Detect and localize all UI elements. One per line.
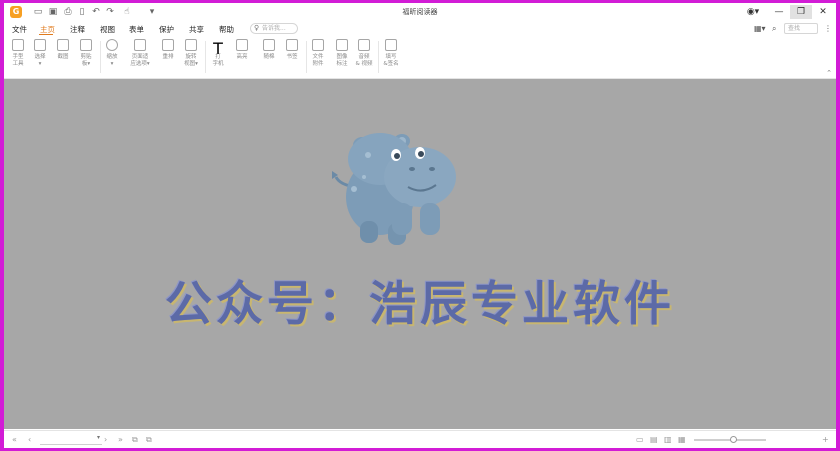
redo-icon[interactable]: ↷ <box>104 6 116 18</box>
clipboard-icon <box>80 39 92 51</box>
tell-me-placeholder: 告诉我... <box>262 25 286 32</box>
account-icon[interactable]: ◉▾ <box>742 5 764 19</box>
facing-page-icon[interactable]: ▥ <box>664 435 672 444</box>
tool-rotate[interactable]: 旋转 视图▾ <box>179 39 203 68</box>
zoom-icon <box>106 39 118 51</box>
tool-image-annotation[interactable]: 图像 标注 <box>330 39 354 68</box>
pencil-icon <box>263 39 275 51</box>
attachment-icon <box>312 39 324 51</box>
tool-fit-page[interactable]: 页面适 应选项▾ <box>128 39 152 68</box>
tool-fill-sign[interactable]: 填写 &签名 <box>379 39 403 68</box>
page-number-input[interactable]: ▾ <box>40 434 102 445</box>
customize-dropdown-icon[interactable]: ▾ <box>146 6 158 18</box>
highlight-icon <box>236 39 248 51</box>
collapse-ribbon-icon[interactable]: ⌃ <box>826 69 832 77</box>
last-page-icon[interactable]: » <box>118 435 123 444</box>
continuous-page-icon[interactable]: ▤ <box>650 435 658 444</box>
tool-audio-video[interactable]: 音频 & 视频 <box>352 39 376 68</box>
continuous-facing-icon[interactable]: ▦ <box>678 435 686 444</box>
tool-hand[interactable]: 手型 工具 <box>6 39 30 68</box>
tool-pencil[interactable]: 随棉 <box>257 39 281 61</box>
save-icon[interactable]: ▣ <box>47 6 59 18</box>
zoom-slider-knob[interactable] <box>729 436 737 443</box>
menu-bar: 文件 主页 注释 视图 表单 保护 共享 帮助 ♀ 告诉我... ▦▾ ⌕ 查找… <box>4 21 836 37</box>
tool-clipboard[interactable]: 剪贴 板▾ <box>74 39 98 68</box>
minimize-icon[interactable]: — <box>768 5 790 19</box>
tool-attachment[interactable]: 文件 附件 <box>306 39 330 68</box>
bookmark-icon <box>286 39 298 51</box>
tool-bookmark[interactable]: 书签 <box>280 39 304 61</box>
tool-highlight[interactable]: 高亮 <box>230 39 254 61</box>
hand-icon <box>12 39 24 51</box>
search-icon[interactable]: ⌕ <box>772 24 776 34</box>
print-icon[interactable]: ⎙ <box>62 6 74 18</box>
tool-zoom[interactable]: 缩放 ▾ <box>100 39 124 68</box>
first-page-icon[interactable]: « <box>12 435 17 444</box>
select-text-icon <box>34 39 46 51</box>
lightbulb-icon: ♀ <box>254 24 260 32</box>
menu-comment[interactable]: 注释 <box>70 24 85 35</box>
tool-snapshot[interactable]: 截图 <box>51 39 75 61</box>
prev-view-icon[interactable]: ⧉ <box>132 435 138 445</box>
folder-icon[interactable]: ▭ <box>32 6 44 18</box>
reflow-icon <box>162 39 174 51</box>
undo-icon[interactable]: ↶ <box>90 6 102 18</box>
more-options-icon[interactable]: ⋮ <box>824 24 832 33</box>
app-window: G ▭ ▣ ⎙ ▯ ↶ ↷ ☝ ▾ 福昕阅读器 ◉▾ — ❐ ✕ 文件 主页 注… <box>4 3 836 448</box>
app-logo[interactable]: G <box>10 6 22 18</box>
single-page-icon[interactable]: ▭ <box>636 435 644 444</box>
layout-icon[interactable]: ▦▾ <box>754 24 766 33</box>
menu-help[interactable]: 帮助 <box>219 24 234 35</box>
watermark-text: 公众号：浩辰专业软件 <box>165 277 675 332</box>
zoom-in-icon[interactable]: + <box>822 435 829 444</box>
hippo-illustration <box>332 133 456 245</box>
close-icon[interactable]: ✕ <box>812 5 834 19</box>
menu-protect[interactable]: 保护 <box>159 24 174 35</box>
menu-form[interactable]: 表单 <box>129 24 144 35</box>
restore-icon[interactable]: ❐ <box>790 5 812 19</box>
image-annotation-icon <box>336 39 348 51</box>
prev-page-icon[interactable]: ‹ <box>28 435 31 444</box>
tool-reflow[interactable]: 重排 <box>156 39 180 61</box>
snapshot-icon <box>57 39 69 51</box>
title-bar: G ▭ ▣ ⎙ ▯ ↶ ↷ ☝ ▾ 福昕阅读器 ◉▾ — ❐ ✕ <box>4 3 836 21</box>
new-doc-icon[interactable]: ▯ <box>76 6 88 18</box>
hand-cursor-icon[interactable]: ☝ <box>121 6 133 18</box>
document-view[interactable]: 公众号：浩辰专业软件 <box>4 79 836 429</box>
rotate-icon <box>185 39 197 51</box>
ribbon-toolbar: 手型 工具 选择 ▾ 截图 剪贴 板▾ 缩放 ▾ 页面适 应选项▾ 重排 旋转 视图▾ T打… <box>4 37 836 79</box>
menu-active-indicator <box>39 34 53 35</box>
audio-video-icon <box>358 39 370 51</box>
typewriter-icon: T <box>213 39 223 58</box>
fit-page-icon <box>134 39 146 51</box>
menu-share[interactable]: 共享 <box>189 24 204 35</box>
menu-view[interactable]: 视图 <box>100 24 115 35</box>
tell-me-search[interactable]: ♀ 告诉我... <box>250 23 298 34</box>
tool-select[interactable]: 选择 ▾ <box>28 39 52 68</box>
menu-file[interactable]: 文件 <box>12 24 27 35</box>
fill-sign-icon <box>385 39 397 51</box>
status-bar: « ‹ ▾ › » ⧉ ⧉ ▭ ▤ ▥ ▦ + <box>4 430 836 448</box>
next-page-icon[interactable]: › <box>104 435 107 444</box>
next-view-icon[interactable]: ⧉ <box>146 435 152 445</box>
tool-typewriter[interactable]: T 打字机 <box>206 39 230 68</box>
find-input[interactable]: 查找 <box>784 23 818 34</box>
